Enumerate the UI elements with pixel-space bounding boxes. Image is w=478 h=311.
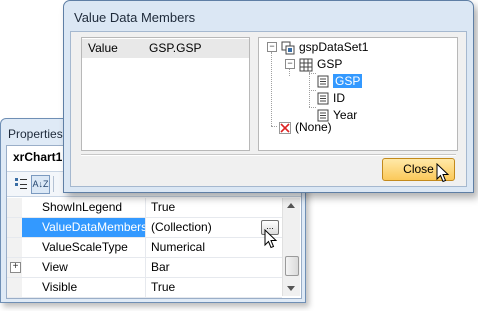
scroll-thumb[interactable]	[285, 256, 299, 276]
tree-node-table[interactable]: GSP	[299, 56, 342, 72]
tree-node-field-id[interactable]: ID	[317, 90, 345, 106]
row-gutter	[7, 278, 22, 297]
member-row[interactable]: Value GSP.GSP	[82, 39, 249, 58]
property-value-cell[interactable]: (Collection) ...	[147, 218, 282, 237]
property-name: View	[22, 258, 146, 277]
property-row-view[interactable]: + View Bar	[7, 258, 282, 278]
vertical-scrollbar[interactable]	[282, 198, 300, 296]
property-row-valuescaletype[interactable]: ValueScaleType Numerical	[7, 238, 282, 258]
tree-connector	[271, 52, 272, 126]
property-row-valuedatamembers[interactable]: ValueDataMembers (Collection) ...	[7, 218, 282, 238]
field-icon	[317, 92, 329, 105]
scroll-down-icon[interactable]	[287, 286, 295, 291]
tree-node-label: Year	[333, 108, 358, 122]
property-value[interactable]: True	[147, 198, 282, 217]
none-x-icon	[279, 121, 291, 134]
row-gutter	[7, 218, 22, 237]
property-value[interactable]: Bar	[147, 258, 282, 277]
categorized-glyph	[15, 178, 27, 189]
dataset-icon	[281, 41, 295, 55]
data-member-tree[interactable]: − gspDataSet1 − GSP GSP ID Year (None)	[258, 37, 458, 151]
row-gutter	[7, 238, 22, 257]
table-icon	[299, 58, 313, 72]
members-list[interactable]: Value GSP.GSP	[81, 37, 250, 151]
mouse-cursor-icon	[436, 163, 450, 183]
row-gutter: +	[7, 258, 22, 277]
tree-connector	[289, 69, 290, 76]
property-name: ValueDataMembers	[22, 218, 146, 237]
property-name: Visible	[22, 278, 146, 297]
tree-node-label: gspDataSet1	[299, 40, 369, 54]
tree-node-label: ID	[333, 91, 345, 105]
tree-node-dataset[interactable]: gspDataSet1	[281, 39, 368, 55]
tree-connector	[309, 73, 316, 74]
field-icon	[317, 75, 329, 88]
toolbar-separator	[53, 176, 54, 192]
row-gutter	[7, 198, 22, 217]
member-key: Value	[88, 41, 118, 55]
mouse-cursor-icon	[264, 229, 278, 249]
property-value[interactable]: True	[147, 278, 282, 297]
tree-connector	[309, 90, 316, 91]
collapse-icon[interactable]: −	[285, 59, 295, 69]
object-name: xrChart1	[13, 150, 63, 164]
property-value: (Collection)	[151, 220, 212, 234]
property-row-showinlegend[interactable]: ShowInLegend True	[7, 198, 282, 218]
categorized-icon[interactable]	[12, 175, 31, 194]
tree-node-label: GSP	[317, 57, 343, 71]
tree-node-label: GSP	[333, 74, 363, 88]
property-name: ShowInLegend	[22, 198, 146, 217]
tree-node-field-gsp[interactable]: GSP	[317, 73, 363, 89]
property-value[interactable]: Numerical	[147, 238, 282, 257]
collapse-icon[interactable]: −	[267, 42, 277, 52]
alphabetical-icon[interactable]: A↓Z	[31, 175, 50, 194]
expand-icon[interactable]: +	[10, 262, 21, 273]
tree-node-none[interactable]: (None)	[279, 119, 332, 135]
scroll-up-icon[interactable]	[287, 203, 295, 208]
tree-node-label: (None)	[295, 120, 332, 134]
properties-title: Properties	[8, 127, 63, 141]
dialog-title: Value Data Members	[74, 10, 196, 25]
tree-connector	[309, 107, 316, 108]
property-name: ValueScaleType	[22, 238, 146, 257]
alphabetical-label: A↓Z	[32, 179, 49, 189]
tree-connector	[271, 126, 277, 127]
dialog-separator	[81, 154, 456, 156]
property-row-visible[interactable]: Visible True	[7, 278, 282, 298]
member-value: GSP.GSP	[149, 41, 202, 55]
property-grid: ShowInLegend True ValueDataMembers (Coll…	[7, 198, 282, 298]
